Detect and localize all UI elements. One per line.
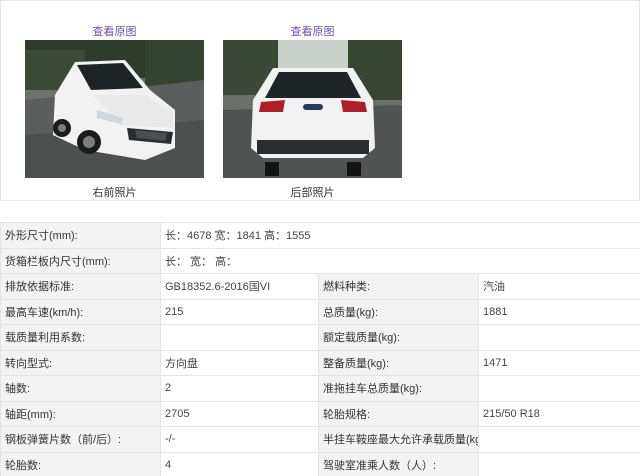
- spec-value: [477, 451, 640, 476]
- spec-value: 4: [160, 451, 319, 476]
- table-row: 外形尺寸(mm): 长：4678 宽：1841 高：1555: [0, 222, 640, 249]
- view-original-rear-link[interactable]: 查看原图: [223, 25, 402, 39]
- front-photo-caption: 右前照片: [92, 187, 137, 199]
- spec-value: 方向盘: [160, 349, 319, 376]
- spec-label: 最高车速(km/h):: [0, 298, 161, 325]
- spec-label: 轴距(mm):: [0, 400, 161, 427]
- spec-label: 钢板弹簧片数（前/后）:: [0, 426, 161, 453]
- spec-label: 燃料种类:: [318, 273, 479, 300]
- table-row: 排放依据标准: GB18352.6-2016国VI 燃料种类: 汽油: [0, 273, 640, 300]
- table-row: 轴距(mm): 2705 轮胎规格: 215/50 R18: [0, 400, 640, 427]
- rear-photo-card: 查看原图 后部照片: [223, 1, 402, 200]
- spec-value: [477, 324, 640, 351]
- spec-label: 轴数:: [0, 375, 161, 402]
- rear-photo-caption: 后部照片: [290, 187, 335, 199]
- front-car-photo[interactable]: [25, 40, 204, 178]
- spec-label: 整备质量(kg):: [318, 349, 479, 376]
- table-row: 钢板弹簧片数（前/后）: -/- 半挂车鞍座最大允许承载质量(kg):: [0, 426, 640, 453]
- spec-value: 1471: [477, 349, 640, 376]
- spec-value: [477, 375, 640, 402]
- spec-value: 215/50 R18: [477, 400, 640, 427]
- front-car-image: [25, 40, 204, 178]
- rear-car-photo[interactable]: [223, 40, 402, 178]
- rear-car-image: [223, 40, 402, 178]
- spec-label: 总质量(kg):: [318, 298, 479, 325]
- spec-value: GB18352.6-2016国VI: [160, 273, 319, 300]
- dimensions-label: 外形尺寸(mm):: [0, 222, 161, 249]
- table-row: 轮胎数: 4 驾驶室准乘人数（人）:: [0, 451, 640, 476]
- cargo-dimensions-value: 长： 宽： 高：: [159, 247, 640, 274]
- cargo-dimensions-label: 货箱栏板内尺寸(mm):: [0, 247, 161, 274]
- spec-label: 轮胎数:: [0, 451, 161, 476]
- table-row: 转向型式: 方向盘 整备质量(kg): 1471: [0, 349, 640, 376]
- spec-value: 2705: [160, 400, 319, 427]
- front-photo-card: 查看原图 右前照片: [25, 1, 204, 200]
- spec-value: 2: [160, 375, 319, 402]
- spec-label: 准拖挂车总质量(kg):: [318, 375, 479, 402]
- table-row: 货箱栏板内尺寸(mm): 长： 宽： 高：: [0, 247, 640, 274]
- view-original-front-link[interactable]: 查看原图: [25, 25, 204, 39]
- spec-table: 外形尺寸(mm): 长：4678 宽：1841 高：1555 货箱栏板内尺寸(m…: [0, 222, 640, 476]
- spec-value: 215: [160, 298, 319, 325]
- dimensions-value: 长：4678 宽：1841 高：1555: [159, 222, 640, 249]
- table-row: 轴数: 2 准拖挂车总质量(kg):: [0, 375, 640, 402]
- spec-label: 额定载质量(kg):: [318, 324, 479, 351]
- spec-value: 汽油: [477, 273, 640, 300]
- spec-label: 半挂车鞍座最大允许承载质量(kg):: [318, 426, 479, 453]
- spec-label: 驾驶室准乘人数（人）:: [318, 451, 479, 476]
- table-row: 最高车速(km/h): 215 总质量(kg): 1881: [0, 298, 640, 325]
- spec-label: 转向型式:: [0, 349, 161, 376]
- spec-value: [477, 426, 640, 453]
- photo-panel: 查看原图 右前照片 查看原图 后部照片: [0, 0, 640, 201]
- spec-value: -/-: [160, 426, 319, 453]
- spec-label: 载质量利用系数:: [0, 324, 161, 351]
- table-row: 载质量利用系数: 额定载质量(kg):: [0, 324, 640, 351]
- spec-value: 1881: [477, 298, 640, 325]
- spec-label: 排放依据标准:: [0, 273, 161, 300]
- spec-label: 轮胎规格:: [318, 400, 479, 427]
- spec-value: [160, 324, 319, 351]
